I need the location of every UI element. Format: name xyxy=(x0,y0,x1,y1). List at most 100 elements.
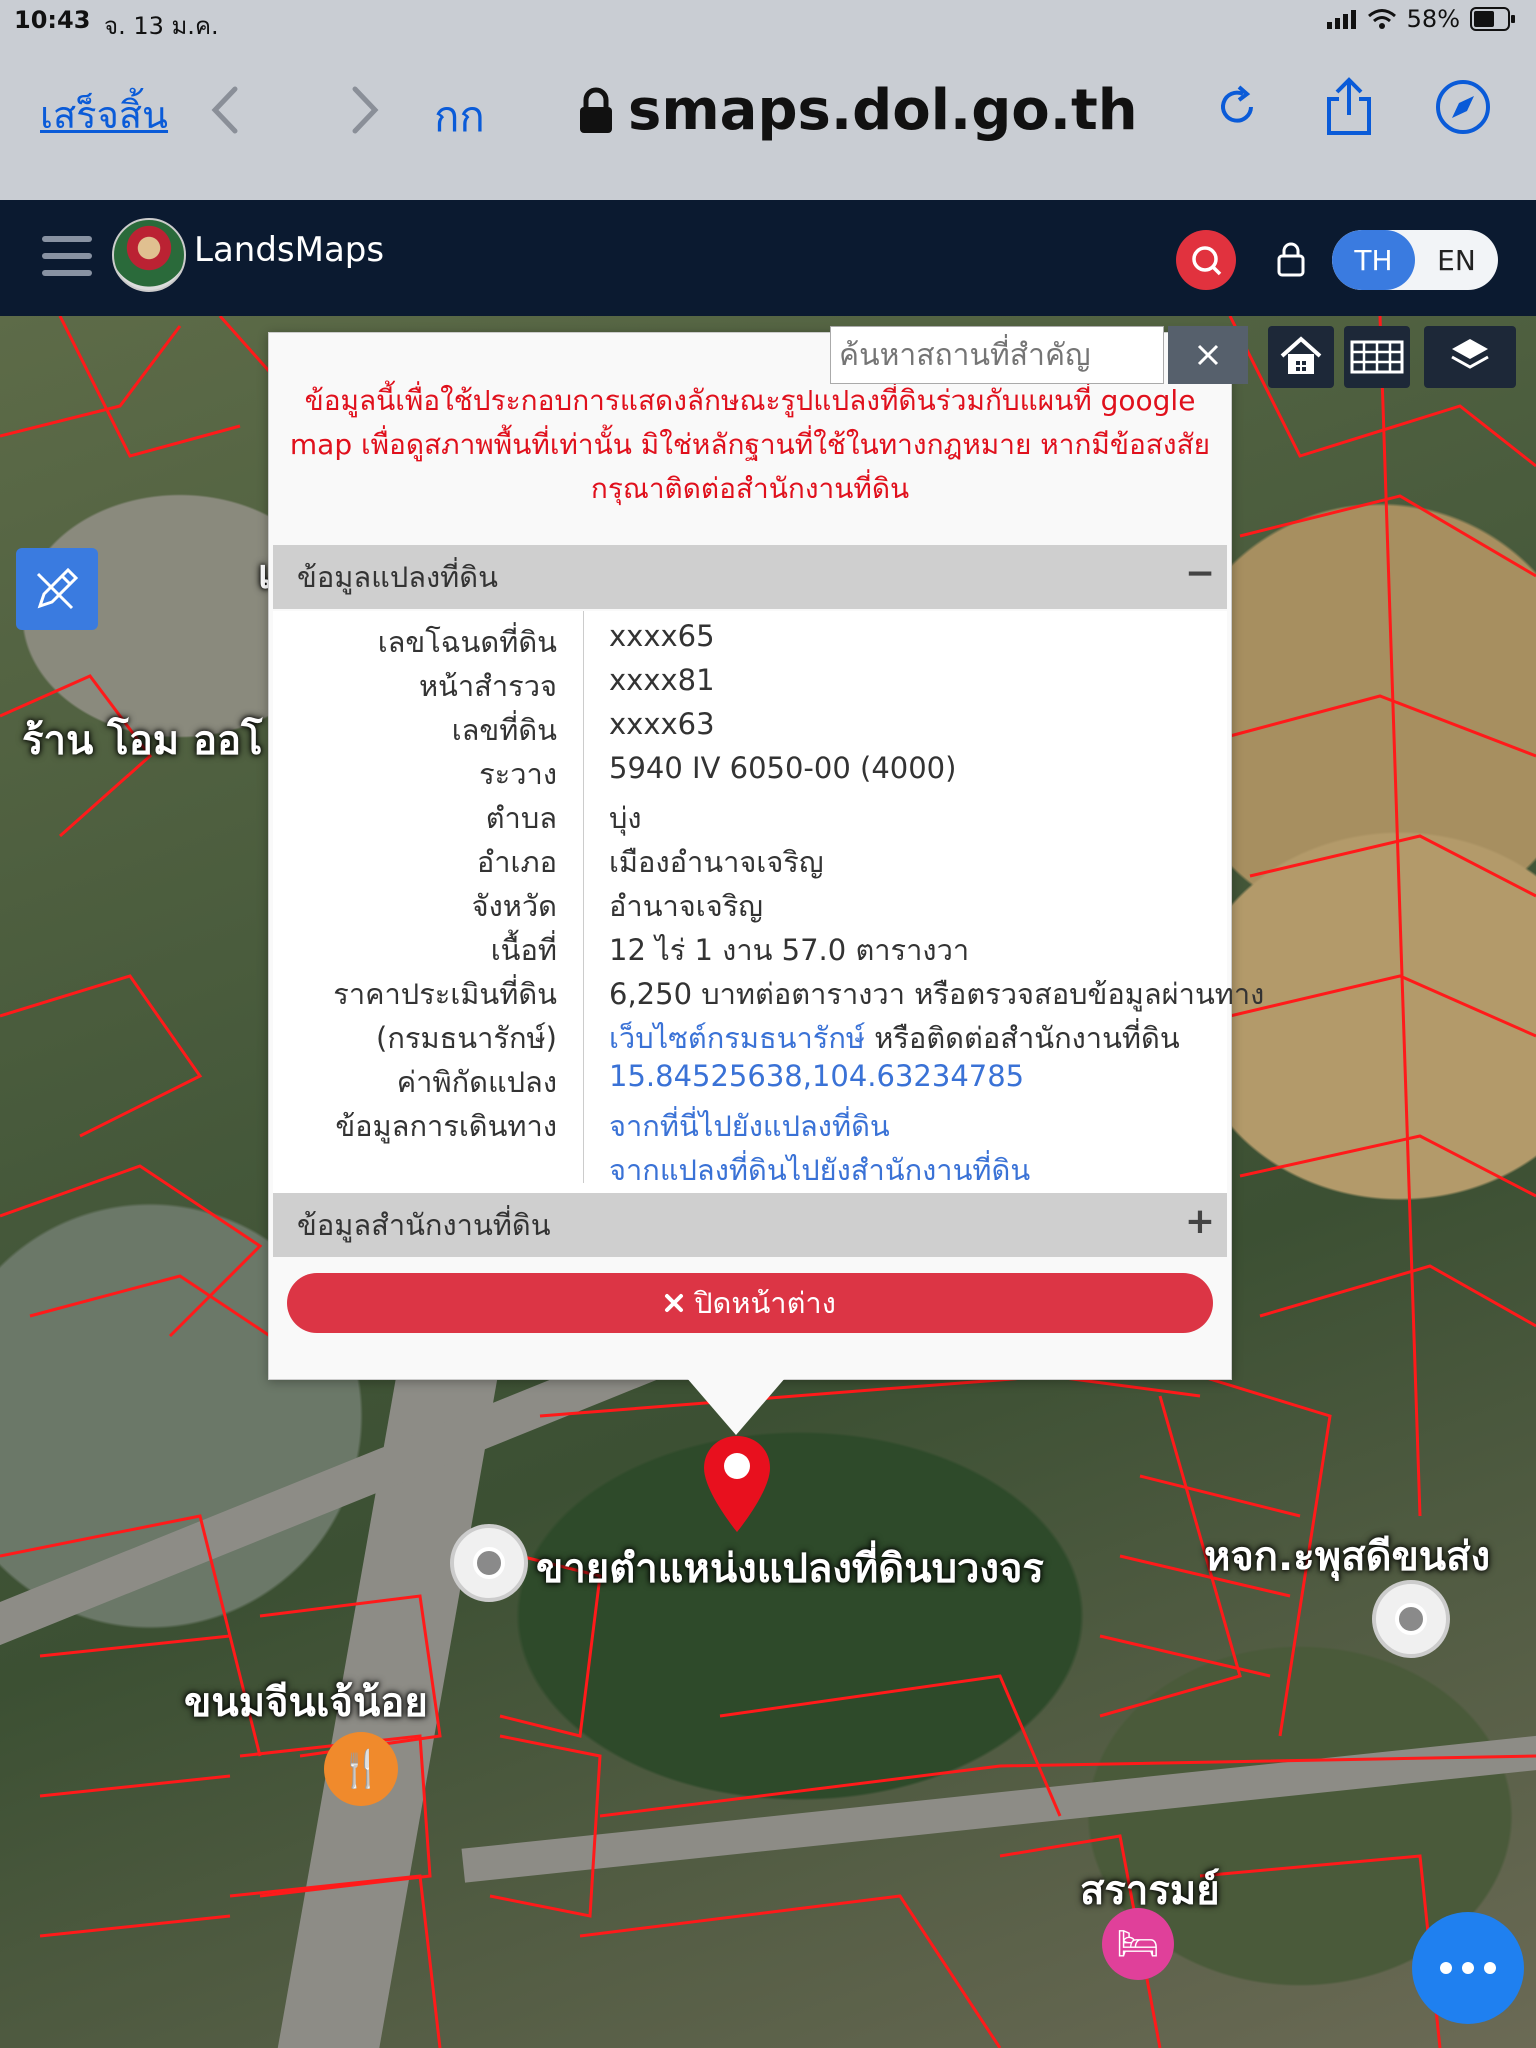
lang-th-button[interactable]: TH xyxy=(1332,230,1415,290)
parcel-info-table: เลขโฉนดที่ดิน xxxx65 หน้าสำรวจ xxxx81 เล… xyxy=(273,611,1264,1193)
menu-button[interactable] xyxy=(42,236,92,280)
forward-button[interactable] xyxy=(336,80,396,140)
row-value: เว็บไซต์กรมธนารักษ์ หรือติดต่อสำนักงานที… xyxy=(609,1015,1180,1061)
url-field[interactable]: smaps.dol.go.th xyxy=(578,78,1138,143)
lock-icon xyxy=(580,87,612,133)
close-window-label: ปิดหน้าต่าง xyxy=(694,1286,836,1320)
row-value: 6,250 บาทต่อตารางวา หรือตรวจสอบข้อมูลผ่า… xyxy=(609,977,1265,1011)
row-value: 5940 IV 6050-00 (4000) xyxy=(609,751,957,785)
popup-pointer xyxy=(686,1377,786,1435)
poi-marker[interactable] xyxy=(450,1524,528,1602)
url-text: smaps.dol.go.th xyxy=(628,78,1138,143)
signal-icon xyxy=(1326,10,1356,29)
row-label: อำเภอ xyxy=(476,845,557,879)
table-row-price-cont: (กรมธนารักษ์) เว็บไซต์กรมธนารักษ์ หรือติ… xyxy=(273,1015,1227,1059)
row-label: ค่าพิกัดแปลง xyxy=(396,1065,557,1099)
status-right: 58% xyxy=(1326,5,1516,33)
compass-icon xyxy=(1436,80,1490,134)
padlock-icon xyxy=(1277,242,1305,277)
draw-tool-button[interactable] xyxy=(16,548,98,630)
close-icon xyxy=(1197,344,1219,366)
compass-button[interactable] xyxy=(1428,72,1498,142)
row-value: xxxx63 xyxy=(609,707,715,741)
done-button[interactable]: เสร็จสิ้น xyxy=(40,84,168,145)
chevron-left-icon xyxy=(211,86,238,134)
table-row: เลขโฉนดที่ดิน xxxx65 xyxy=(273,619,1227,663)
directions-to-parcel-link[interactable]: จากที่นี่ไปยังแปลงที่ดิน xyxy=(609,1109,890,1143)
row-label: จังหวัด xyxy=(471,889,557,923)
home-icon xyxy=(1280,336,1322,374)
row-value: เมืองอำนาจเจริญ xyxy=(609,845,824,879)
table-row: อำเภอ เมืองอำนาจเจริญ xyxy=(273,839,1227,883)
row-value: xxxx65 xyxy=(609,619,715,653)
reload-button[interactable] xyxy=(1202,72,1272,142)
grid-icon xyxy=(1350,340,1404,374)
row-label: ตำบล xyxy=(485,801,557,835)
collapse-toggle[interactable]: − xyxy=(1185,553,1215,594)
table-row: เนื้อที่ 12 ไร่ 1 งาน 57.0 ตารางวา xyxy=(273,927,1227,971)
reload-icon xyxy=(1221,85,1253,123)
restaurant-poi-icon[interactable]: 🍴 xyxy=(324,1732,398,1806)
close-icon xyxy=(665,1294,684,1312)
back-button[interactable] xyxy=(194,80,254,140)
battery-percent: 58% xyxy=(1406,5,1460,33)
row-label: เนื้อที่ xyxy=(490,933,557,967)
share-button[interactable] xyxy=(1314,72,1384,142)
row-label: (กรมธนารักษ์) xyxy=(376,1021,557,1055)
chat-button[interactable] xyxy=(1412,1912,1524,2024)
search-button[interactable] xyxy=(1176,230,1236,290)
pencil-ruler-icon xyxy=(36,567,79,610)
treasury-website-link[interactable]: เว็บไซต์กรมธนารักษ์ xyxy=(609,1021,865,1055)
row-label: ระวาง xyxy=(479,757,557,791)
hotel-poi-icon[interactable]: 🛏 xyxy=(1102,1908,1174,1980)
close-window-button[interactable]: ปิดหน้าต่าง xyxy=(287,1273,1213,1333)
directions-to-office-link[interactable]: จากแปลงที่ดินไปยังสำนักงานที่ดิน xyxy=(609,1153,1030,1187)
layers-icon xyxy=(1451,339,1489,369)
layers-button[interactable] xyxy=(1424,326,1516,388)
map-label-transport: หจก.ะพุสดีขนส่ง xyxy=(1204,1534,1491,1580)
table-row-price: ราคาประเมินที่ดิน 6,250 บาทต่อตารางวา หร… xyxy=(273,971,1264,1015)
map-label-shop: ร้าน โอม ออโ xyxy=(22,718,263,764)
poi-marker[interactable] xyxy=(1372,1580,1450,1658)
home-button[interactable] xyxy=(1268,326,1334,388)
chevron-right-icon xyxy=(352,86,379,134)
row-label: เลขที่ดิน xyxy=(451,713,557,747)
lang-en-button[interactable]: EN xyxy=(1415,230,1498,290)
row-value: 15.84525638,104.63234785 xyxy=(609,1059,1024,1093)
row-label: ข้อมูลการเดินทาง xyxy=(335,1109,557,1143)
login-button[interactable] xyxy=(1268,234,1314,284)
row-value: บุ่ง xyxy=(609,801,642,835)
parcel-info-header[interactable]: ข้อมูลแปลงที่ดิน − xyxy=(273,545,1227,609)
table-row-travel-cont: จากแปลงที่ดินไปยังสำนักงานที่ดิน xyxy=(273,1147,1227,1191)
status-bar: 10:43 จ. 13 ม.ค. 58% xyxy=(0,0,1536,40)
landmark-search-input[interactable] xyxy=(830,326,1164,384)
table-row: จังหวัด อำนาจเจริญ xyxy=(273,883,1227,927)
office-info-header[interactable]: ข้อมูลสำนักงานที่ดิน + xyxy=(273,1193,1227,1257)
row-label: ราคาประเมินที่ดิน xyxy=(333,977,557,1011)
map-label-noodle: ขนมจีนเจ้น้อย xyxy=(184,1680,428,1726)
battery-icon xyxy=(1470,7,1515,31)
coordinate-link[interactable]: 15.84525638,104.63234785 xyxy=(609,1059,1024,1093)
browser-toolbar: เสร็จสิ้น กก smaps.dol.go.th xyxy=(0,40,1536,200)
row-value: อำนาจเจริญ xyxy=(609,889,763,923)
app-header: LandsMaps TH EN xyxy=(0,200,1536,316)
office-info-title: ข้อมูลสำนักงานที่ดิน xyxy=(297,1208,551,1242)
text-size-button[interactable]: กก xyxy=(434,84,485,150)
search-clear-button[interactable] xyxy=(1168,326,1248,384)
table-row: หน้าสำรวจ xxxx81 xyxy=(273,663,1227,707)
department-logo xyxy=(112,218,186,292)
row-value: จากแปลงที่ดินไปยังสำนักงานที่ดิน xyxy=(609,1147,1030,1193)
row-label: หน้าสำรวจ xyxy=(418,669,557,703)
grid-button[interactable] xyxy=(1344,326,1410,388)
table-row: ระวาง 5940 IV 6050-00 (4000) xyxy=(273,751,1227,795)
row-value: xxxx81 xyxy=(609,663,715,697)
price-suffix: หรือติดต่อสำนักงานที่ดิน xyxy=(865,1021,1180,1055)
row-value: 12 ไร่ 1 งาน 57.0 ตารางวา xyxy=(609,933,970,967)
share-icon xyxy=(1327,77,1371,135)
table-row-travel: ข้อมูลการเดินทาง จากที่นี่ไปยังแปลงที่ดิ… xyxy=(273,1103,1227,1147)
wifi-icon xyxy=(1367,9,1396,29)
language-toggle[interactable]: TH EN xyxy=(1332,230,1498,290)
row-label: เลขโฉนดที่ดิน xyxy=(377,625,557,659)
table-row: เลขที่ดิน xxxx63 xyxy=(273,707,1227,751)
expand-toggle[interactable]: + xyxy=(1185,1201,1215,1242)
